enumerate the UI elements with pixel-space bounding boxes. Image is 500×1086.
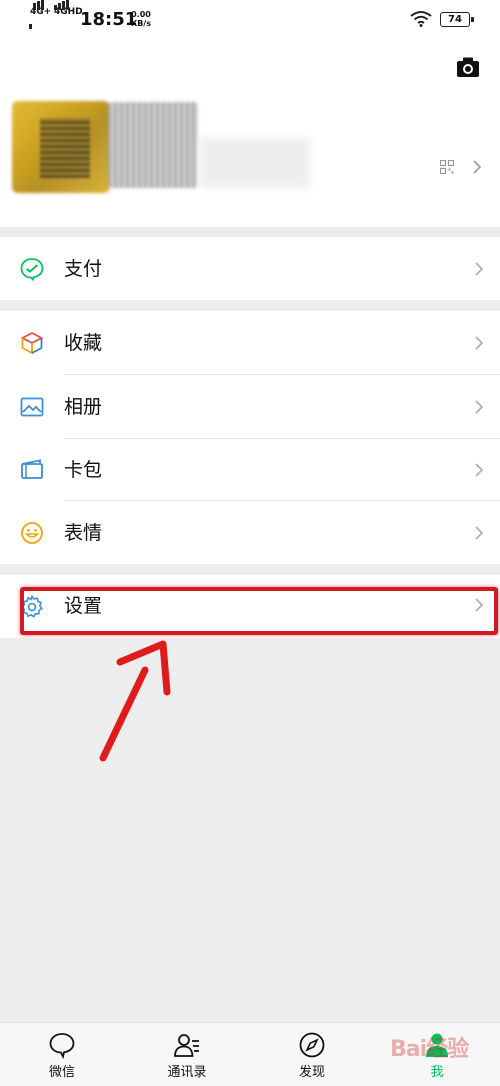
pay-section: 支付 — [0, 237, 500, 300]
camera-icon[interactable] — [456, 56, 480, 78]
menu-item-album[interactable]: 相册 — [0, 375, 500, 438]
menu-item-label: 相册 — [64, 396, 103, 418]
menu-item-label: 支付 — [64, 258, 103, 280]
network-speed: 0.00 KB/s — [131, 10, 151, 28]
menu-item-stickers[interactable]: 表情 — [0, 501, 500, 564]
speed-value: 0.00 — [131, 10, 151, 19]
services-section: 收藏 相册 卡包 表情 — [0, 311, 500, 564]
menu-item-cards[interactable]: 卡包 — [0, 438, 500, 501]
menu-item-favorites[interactable]: 收藏 — [0, 311, 500, 374]
chat-bubble-icon — [49, 1033, 75, 1059]
battery-indicator: 74 — [440, 12, 474, 27]
wallet-icon — [21, 459, 43, 479]
compass-icon — [299, 1032, 325, 1058]
status-bar: 4G+ 4GHD 18:51 0.00 KB/s 74 — [0, 0, 500, 40]
annotation-arrow-icon — [99, 640, 171, 762]
wifi-icon — [410, 11, 432, 27]
contacts-icon — [174, 1034, 199, 1057]
menu-item-label: 卡包 — [64, 459, 103, 481]
tab-label: 微信 — [48, 1065, 75, 1080]
menu-item-pay[interactable]: 支付 — [0, 237, 500, 300]
cube-icon — [20, 331, 44, 355]
watermark: Bai经验 — [390, 1037, 469, 1062]
chevron-right-icon — [472, 159, 482, 175]
chevron-right-icon — [474, 399, 484, 419]
tab-label: 通讯录 — [167, 1065, 207, 1080]
menu-item-label: 表情 — [64, 522, 103, 544]
nickname-blurred — [108, 102, 198, 188]
pay-icon — [20, 258, 44, 281]
qr-code-icon[interactable] — [440, 160, 454, 174]
wechat-id-blurred — [200, 138, 310, 188]
chevron-right-icon — [474, 261, 484, 281]
chevron-right-icon — [474, 525, 484, 545]
tab-label: 我 — [430, 1065, 444, 1080]
tab-label: 发现 — [298, 1065, 325, 1080]
speed-unit: KB/s — [131, 19, 151, 28]
tab-chats[interactable]: 微信 — [17, 1023, 107, 1086]
status-time: 18:51 — [80, 9, 138, 30]
image-icon — [20, 397, 44, 417]
tab-discover[interactable]: 发现 — [267, 1023, 357, 1086]
annotation-highlight-box — [20, 587, 498, 635]
avatar-detail — [40, 118, 90, 178]
menu-item-label: 收藏 — [64, 332, 103, 354]
chevron-right-icon — [474, 335, 484, 355]
smiley-icon — [21, 522, 43, 544]
chevron-right-icon — [474, 462, 484, 482]
tab-contacts[interactable]: 通讯录 — [142, 1023, 232, 1086]
